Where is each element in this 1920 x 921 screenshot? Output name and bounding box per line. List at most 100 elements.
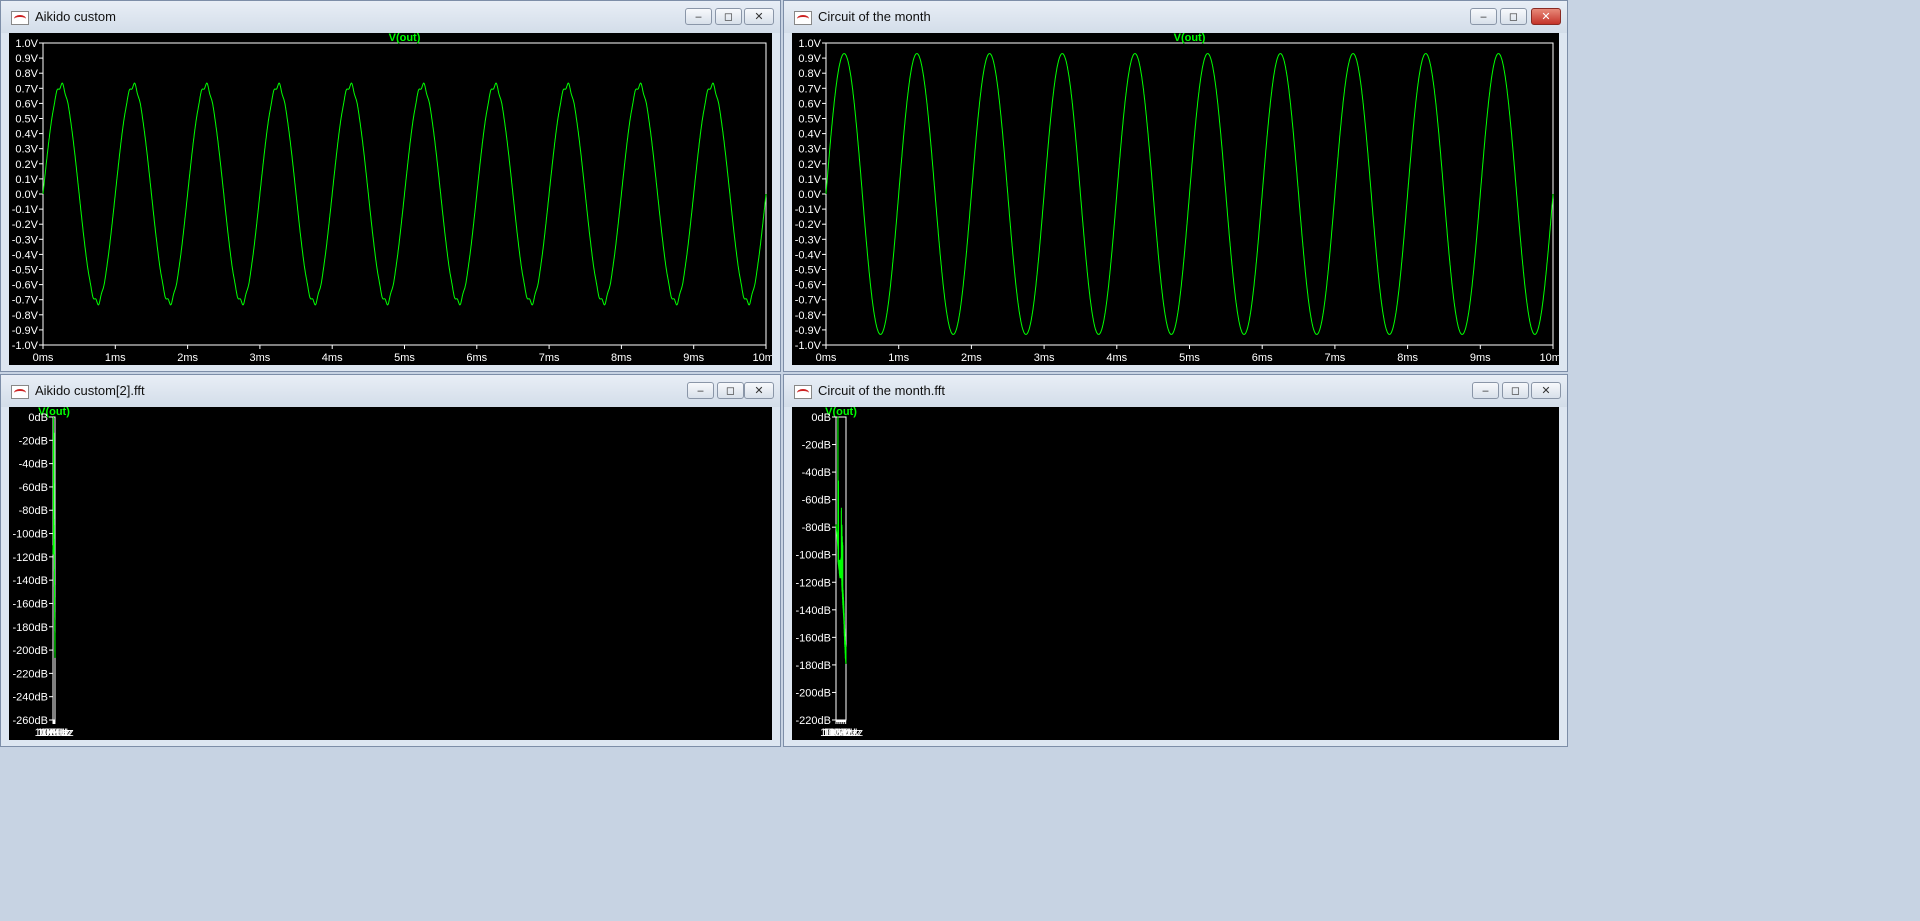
y-tick-label: -0.6V — [12, 280, 39, 292]
y-tick-label: 0.7V — [15, 83, 38, 95]
y-tick-label: 0.2V — [798, 159, 821, 171]
y-tick-label: -80dB — [19, 505, 48, 517]
window-circuit-of-the-month-fft[interactable]: Circuit of the month.fft ‒ ◻ ✕ V(out) 0dB… — [783, 374, 1568, 747]
fft-plot[interactable]: V(out) 0dB -20dB -40dB -60dB -80dB -100dB -120d… — [9, 407, 772, 740]
y-tick-label: -260dB — [13, 715, 48, 727]
y-tick-label: -160dB — [796, 632, 831, 644]
x-tick-label: 9ms — [1470, 352, 1491, 364]
y-tick-label: -160dB — [13, 598, 48, 610]
y-tick-label: -100dB — [796, 550, 831, 562]
title-bar[interactable]: Circuit of the month.fft ‒ ◻ ✕ — [784, 375, 1567, 407]
y-tick-label: -180dB — [13, 622, 48, 634]
minimize-button[interactable]: ‒ — [687, 382, 714, 399]
y-tick-label: -0.4V — [795, 249, 822, 261]
close-button[interactable]: ✕ — [1531, 382, 1561, 399]
trace-label[interactable]: V(out) — [389, 33, 421, 44]
window-title: Aikido custom[2].fft — [35, 383, 145, 398]
x-tick-label: 3ms — [1034, 352, 1055, 364]
y-tick-label: 0.9V — [798, 53, 821, 65]
y-tick-label: -120dB — [796, 577, 831, 589]
y-tick-label: -240dB — [13, 692, 48, 704]
window-aikido-custom-fft[interactable]: Aikido custom[2].fft ‒ ◻ ✕ V(out) 0dB -20d… — [0, 374, 781, 747]
y-tick-label: -0.3V — [795, 234, 822, 246]
title-bar[interactable]: Circuit of the month ‒ ◻ ✕ — [784, 1, 1567, 33]
y-tick-label: -0.5V — [12, 265, 39, 277]
x-tick-label: 10MHz — [828, 727, 863, 739]
x-tick-label: 5ms — [394, 352, 415, 364]
y-tick-label: -40dB — [802, 467, 831, 479]
x-tick-label: 8ms — [611, 352, 632, 364]
waveform-plot[interactable]: V(out) 1.0V 0.9V 0.8V 0.7V 0.6V 0.5V 0.4V 0.3V 0.… — [9, 33, 772, 365]
y-tick-label: 0.8V — [798, 68, 821, 80]
y-tick-label: -0.8V — [795, 310, 822, 322]
y-tick-label: -100dB — [13, 529, 48, 541]
trace-v-out — [42, 82, 767, 306]
x-tick-label: 9ms — [683, 352, 704, 364]
x-tick-label: 1ms — [105, 352, 126, 364]
x-tick-label: 6ms — [466, 352, 487, 364]
y-tick-label: -0.7V — [12, 295, 39, 307]
waveform-plot[interactable]: V(out) 1.0V 0.9V 0.8V 0.7V 0.6V 0.5V 0.4V 0.3V 0.… — [792, 33, 1559, 365]
y-tick-label: -0.7V — [795, 295, 822, 307]
y-tick-label: 0.9V — [15, 53, 38, 65]
trace-label[interactable]: V(out) — [1174, 33, 1206, 44]
restore-button[interactable]: ◻ — [717, 382, 744, 399]
y-tick-label: -60dB — [19, 482, 48, 494]
x-tick-label: 5ms — [1179, 352, 1200, 364]
x-tick-label: 2ms — [177, 352, 198, 364]
window-title: Circuit of the month.fft — [818, 383, 945, 398]
y-tick-label: -120dB — [13, 552, 48, 564]
y-tick-label: 0.5V — [15, 114, 38, 126]
trace-v-out — [825, 53, 1554, 335]
y-tick-label: -0.6V — [795, 280, 822, 292]
y-tick-label: -80dB — [802, 522, 831, 534]
y-tick-label: -40dB — [19, 459, 48, 471]
title-bar[interactable]: Aikido custom[2].fft ‒ ◻ ✕ — [1, 375, 780, 407]
y-tick-label: 0.8V — [15, 68, 38, 80]
y-tick-label: -220dB — [796, 715, 831, 727]
y-tick-label: 0.7V — [798, 83, 821, 95]
window-title: Circuit of the month — [818, 9, 931, 24]
x-tick-label: 7ms — [539, 352, 560, 364]
y-tick-label: 0dB — [811, 412, 831, 424]
y-tick-label: -0.1V — [12, 204, 39, 216]
trace-v-out — [835, 416, 847, 664]
minimize-button[interactable]: ‒ — [1470, 8, 1497, 25]
close-button[interactable]: ✕ — [1531, 8, 1561, 25]
x-tick-label: 3ms — [250, 352, 271, 364]
y-tick-label: 0.4V — [798, 129, 821, 141]
y-tick-label: -140dB — [13, 575, 48, 587]
restore-button[interactable]: ◻ — [715, 8, 742, 25]
minimize-button[interactable]: ‒ — [1472, 382, 1499, 399]
close-button[interactable]: ✕ — [744, 8, 774, 25]
y-tick-label: 0.0V — [798, 189, 821, 201]
waveform-app-icon — [794, 385, 812, 399]
waveform-app-icon — [11, 385, 29, 399]
chart-svg: V(out)0dB-20dB-40dB-60dB-80dB-100dB-120d… — [796, 407, 864, 739]
y-tick-label: -60dB — [802, 495, 831, 507]
title-bar[interactable]: Aikido custom ‒ ◻ ✕ — [1, 1, 780, 33]
restore-button[interactable]: ◻ — [1502, 382, 1529, 399]
y-tick-label: 0.1V — [798, 174, 821, 186]
window-circuit-of-the-month[interactable]: Circuit of the month ‒ ◻ ✕ V(out) 1.0V 0.9… — [783, 0, 1568, 372]
y-tick-label: 0.1V — [15, 174, 38, 186]
chart-svg: V(out)0dB-20dB-40dB-60dB-80dB-100dB-120d… — [13, 407, 74, 739]
y-tick-label: -20dB — [19, 435, 48, 447]
window-aikido-custom[interactable]: Aikido custom ‒ ◻ ✕ V(out) 1.0V 0.9V 0.8V 0.… — [0, 0, 781, 372]
x-tick-label: 8ms — [1397, 352, 1418, 364]
y-tick-label: 0.0V — [15, 189, 38, 201]
x-tick-label: 0ms — [816, 352, 837, 364]
minimize-button[interactable]: ‒ — [685, 8, 712, 25]
close-button[interactable]: ✕ — [744, 382, 774, 399]
x-tick-label: 7ms — [1325, 352, 1346, 364]
y-tick-label: -0.5V — [795, 265, 822, 277]
restore-button[interactable]: ◻ — [1500, 8, 1527, 25]
x-tick-label: 6ms — [1252, 352, 1273, 364]
chart-svg: V(out) 1.0V 0.9V 0.8V 0.7V 0.6V 0.5V 0.4V 0.3V 0.… — [12, 33, 772, 364]
y-tick-label: 0.6V — [15, 98, 38, 110]
y-tick-label: -0.1V — [795, 204, 822, 216]
y-tick-label: -0.8V — [12, 310, 39, 322]
fft-plot[interactable]: V(out) 0dB -20dB -40dB -60dB -80dB -100dB -120d… — [792, 407, 1559, 740]
x-tick-label: 4ms — [322, 352, 343, 364]
y-tick-label: -220dB — [13, 668, 48, 680]
